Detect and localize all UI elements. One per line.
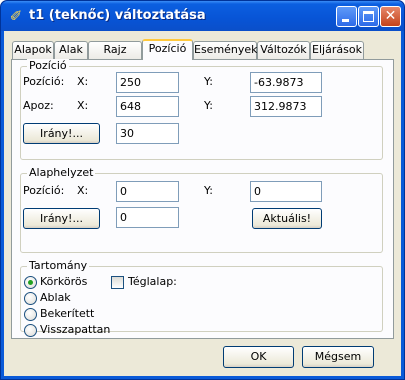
position-x-label: X: — [77, 75, 89, 88]
initial-y-field[interactable]: 0 — [250, 181, 322, 202]
direction-field[interactable]: 30 — [116, 123, 179, 144]
maximize-button[interactable] — [358, 6, 379, 27]
ok-button[interactable]: OK — [223, 346, 294, 368]
rect-checkbox[interactable] — [111, 276, 124, 289]
apoz-x-label: X: — [77, 99, 89, 112]
apoz-row-label: Apoz: — [23, 99, 54, 112]
radio-selected-dot — [28, 280, 33, 285]
initial-x-field[interactable]: 0 — [116, 181, 179, 202]
close-button[interactable]: ✕ — [380, 6, 401, 27]
minimize-icon — [342, 19, 349, 22]
apoz-y-field[interactable]: 312.9873 — [250, 96, 322, 117]
cancel-button[interactable]: Mégsem — [302, 346, 374, 368]
radio-label-korkoros: Körkörös — [40, 275, 88, 288]
initial-row-label: Pozíció: — [23, 184, 65, 197]
tab-valtozok[interactable]: Változók — [257, 41, 310, 59]
initial-state-group: Alaphelyzet Pozíció: X: 0 Y: 0 Irány!...… — [20, 166, 383, 253]
current-button[interactable]: Aktuális! — [252, 208, 322, 229]
tab-esemenyek[interactable]: Események — [193, 41, 258, 59]
tab-pozicio[interactable]: Pozíció — [142, 39, 193, 60]
rect-checkbox-label: Téglalap: — [128, 275, 177, 288]
position-group: Pozíció Pozíció: X: 250 Y: -63.9873 Apoz… — [20, 59, 383, 160]
title-bar[interactable]: ✐ t1 (teknőc) változtatása ✕ — [1, 1, 404, 31]
dialog-window: ✐ t1 (teknőc) változtatása ✕ Alapok Alak… — [0, 0, 405, 380]
position-x-field[interactable]: 250 — [116, 72, 179, 93]
tab-alapok[interactable]: Alapok — [12, 41, 54, 59]
position-row-label: Pozíció: — [23, 75, 65, 88]
initial-x-label: X: — [77, 184, 89, 197]
initial-direction-button[interactable]: Irány!... — [23, 208, 100, 229]
position-group-label: Pozíció — [27, 59, 69, 72]
dialog-client: Alapok Alak Rajz Pozíció Események Válto… — [4, 31, 401, 376]
position-y-field[interactable]: -63.9873 — [250, 72, 322, 93]
domain-group: Tartomány Körkörös Ablak Bekerített Viss… — [20, 259, 383, 337]
apoz-x-field[interactable]: 648 — [116, 96, 179, 117]
tab-panel-pozicio: Pozíció Pozíció: X: 250 Y: -63.9873 Apoz… — [11, 59, 394, 339]
maximize-icon — [363, 11, 374, 22]
tab-alak[interactable]: Alak — [54, 41, 88, 59]
apoz-y-label: Y: — [204, 99, 213, 112]
direction-button[interactable]: Irány!... — [23, 123, 100, 144]
initial-direction-field[interactable]: 0 — [116, 207, 179, 228]
radio-bekeritett[interactable] — [24, 308, 37, 321]
radio-label-ablak: Ablak — [40, 291, 71, 304]
initial-y-label: Y: — [204, 184, 213, 197]
close-icon: ✕ — [384, 8, 397, 24]
tab-rajz[interactable]: Rajz — [88, 41, 142, 59]
position-y-label: Y: — [204, 75, 213, 88]
radio-ablak[interactable] — [24, 292, 37, 305]
turtle-app-icon: ✐ — [9, 7, 23, 25]
radio-label-bekeritett: Bekerített — [40, 307, 95, 320]
initial-group-label: Alaphelyzet — [27, 166, 96, 179]
domain-group-label: Tartomány — [27, 259, 90, 272]
window-title: t1 (teknőc) változtatása — [29, 8, 206, 23]
tab-eljarasok[interactable]: Eljárások — [310, 41, 364, 59]
radio-label-visszapattan: Visszapattan — [40, 323, 111, 336]
minimize-button[interactable] — [336, 6, 357, 27]
radio-korkoros[interactable] — [24, 276, 37, 289]
radio-visszapattan[interactable] — [24, 324, 37, 337]
